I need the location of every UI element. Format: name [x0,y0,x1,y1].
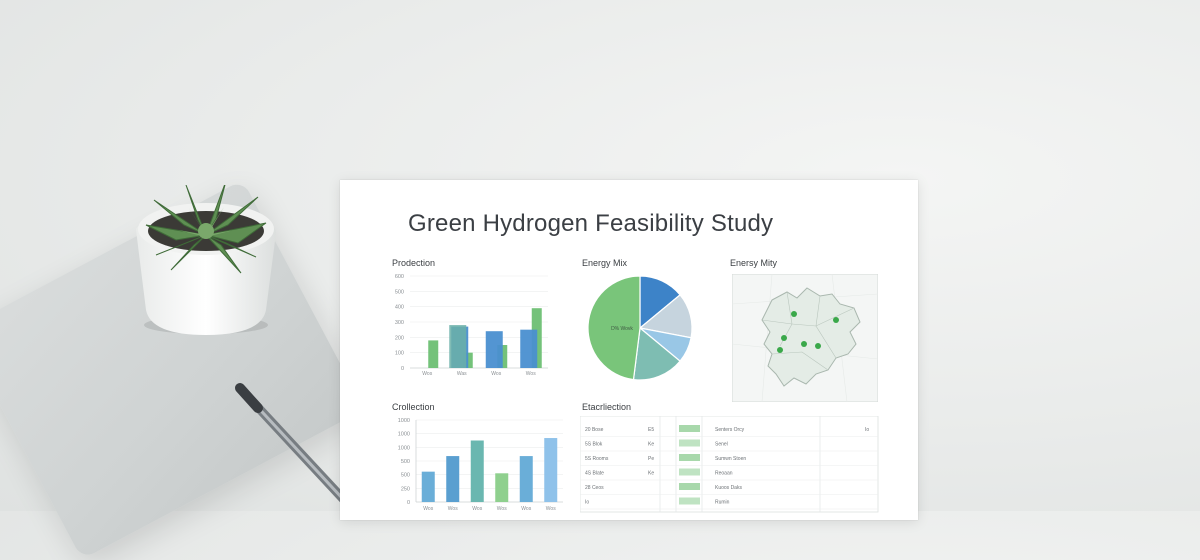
x-tick-label: Was [457,371,467,377]
status-chip [679,454,700,461]
table-cell: 4S Blate [585,471,604,477]
energy-mix-pie-chart: D% Wovk [587,275,693,381]
data-table: 20 Bose E5 Senters Orcy Io 5S Blok Ke Senel 5S … [580,416,879,513]
map-point [791,311,797,317]
bar [470,440,484,502]
bar [495,473,509,502]
y-tick-label: 600 [395,274,404,280]
x-tick-label: Wos [472,506,482,512]
status-chip [679,439,700,447]
collection-bar-chart: 1000 1000 1000 500 500 250 0 Wos Wos Wos Wos Wos Wos [398,418,563,512]
collection-label: Crollection [392,402,435,412]
table-cell: 28 Ceos [585,485,604,491]
status-chip [679,497,700,505]
table-cell: Ke [648,471,654,477]
table-cell: Sumwn Stoen [715,456,746,462]
y-tick-label: 500 [401,459,410,465]
status-chip [679,425,700,432]
x-tick-label: Wos [497,506,507,512]
table-cell: Ke [648,442,654,448]
table-cell: Reoaan [715,471,733,477]
bar [446,456,460,502]
production-label: Prodection [392,258,436,268]
x-tick-label: Wos [491,371,501,377]
x-tick-label: Wos [423,506,433,512]
y-tick-label: 400 [395,305,404,311]
table-cell: Rumin [715,500,730,506]
bar [485,331,503,368]
table-cell: Senters Orcy [715,427,745,433]
table-cell: Kuoos Daks [715,485,742,491]
x-tick-label: Wos [448,506,458,512]
y-tick-label: 250 [401,486,410,492]
bar [520,329,538,368]
y-tick-label: 500 [401,473,410,479]
table-label: Etacrliection [582,402,632,412]
table-cell: Io [585,500,589,506]
energy-mix-label: Energy Mix [582,258,628,268]
table-cell: E5 [648,427,654,433]
bar [544,438,558,502]
x-tick-label: Wos [526,371,536,377]
pie-inner-label: D% Wovk [611,326,633,332]
y-tick-label: 0 [401,366,404,372]
map-point [815,343,821,349]
bar [421,471,435,502]
y-tick-label: 0 [407,500,410,506]
y-tick-label: 200 [395,335,404,341]
map-point [833,317,839,323]
y-tick-label: 1000 [398,418,410,424]
report-paper: Green Hydrogen Feasibility Study Prodect… [340,180,918,520]
bar [428,340,439,368]
status-chip [679,468,700,476]
table-cell: Pe [648,456,654,462]
map-point [801,341,807,347]
production-bar-chart: 600 500 400 300 200 100 0 Wos Was Wos Wos [395,274,548,377]
x-tick-label: Wos [521,506,531,512]
map-point [781,335,787,341]
y-tick-label: 300 [395,320,404,326]
succulent-plant [136,185,276,335]
site-map [732,274,878,402]
table-cell: 20 Bose [585,427,604,433]
bar [519,456,533,502]
map-label: Enersy Mity [730,258,778,268]
table-cell: 5S Blok [585,442,603,448]
table-cell: Io [865,427,869,433]
map-point [777,347,783,353]
desk-scene: Green Hydrogen Feasibility Study Prodect… [0,0,1200,560]
x-tick-label: Wos [546,506,556,512]
table-cell: 5S Rooms [585,456,609,462]
report-title: Green Hydrogen Feasibility Study [408,210,774,237]
y-tick-label: 100 [395,351,404,357]
bar [449,325,467,368]
y-tick-label: 500 [395,289,404,295]
status-chip [679,483,700,490]
y-tick-label: 1000 [398,432,410,438]
table-cell: Senel [715,442,728,448]
y-tick-label: 1000 [398,445,410,451]
x-tick-label: Wos [422,371,432,377]
